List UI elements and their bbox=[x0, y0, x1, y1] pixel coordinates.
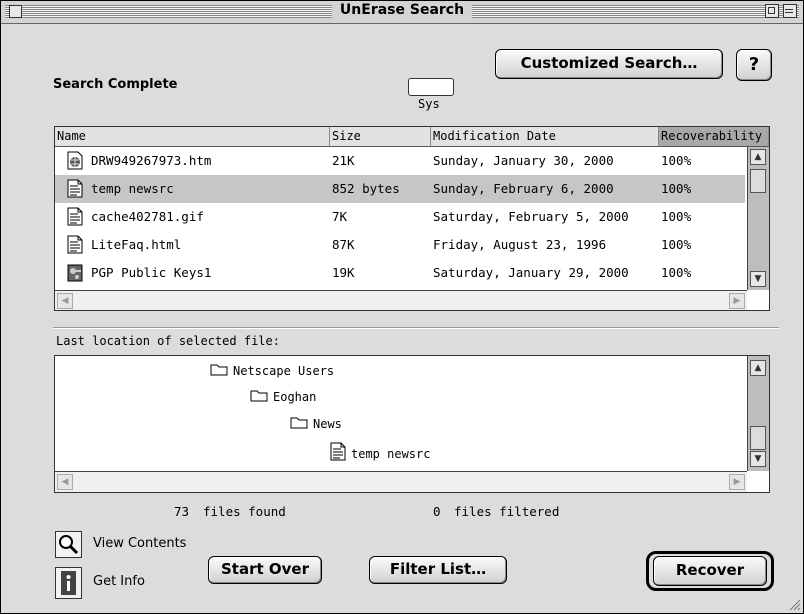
column-header-recoverability[interactable]: Recoverability bbox=[659, 127, 769, 147]
window-title: UnErase Search bbox=[1, 2, 803, 18]
path-folder: Eoghan bbox=[250, 388, 316, 406]
file-list-vertical-scrollbar[interactable]: ▲ ▼ bbox=[747, 147, 769, 290]
path-label: Netscape Users bbox=[233, 364, 335, 378]
location-path: Netscape Users Eoghan News temp newsrc bbox=[55, 356, 745, 471]
column-header-size[interactable]: Size bbox=[330, 127, 431, 147]
unerase-search-window: UnErase Search Search Complete Sys Custo… bbox=[0, 0, 804, 614]
column-header-modification-date[interactable]: Modification Date bbox=[431, 127, 659, 147]
location-horizontal-scrollbar[interactable]: ◀ ▶ bbox=[55, 471, 747, 492]
file-name: cache402781.gif bbox=[91, 209, 204, 224]
files-filtered-label: files filtered bbox=[454, 504, 560, 519]
file-date: Sunday, February 6, 2000 bbox=[433, 181, 614, 196]
file-size: 7K bbox=[332, 209, 348, 224]
file-size: 852 bytes bbox=[332, 181, 400, 196]
customized-search-button[interactable]: Customized Search… bbox=[495, 49, 723, 79]
last-location-label: Last location of selected file: bbox=[56, 334, 280, 348]
files-filtered-count: 0 bbox=[433, 504, 441, 519]
file-row[interactable]: cache402781.gif 7K Saturday, February 5, 2… bbox=[55, 203, 745, 231]
file-rows: DRW949267973.htm 21K Sunday, January 30, 2… bbox=[55, 147, 747, 289]
file-date: Saturday, February 5, 2000 bbox=[433, 209, 629, 224]
scroll-down-arrow-icon[interactable]: ▼ bbox=[750, 451, 766, 467]
scroll-thumb[interactable] bbox=[750, 169, 766, 193]
file-row[interactable]: temp newsrc 852 bytes Sunday, February 6, … bbox=[55, 175, 745, 203]
path-label: News bbox=[313, 417, 342, 431]
scroll-up-arrow-icon[interactable]: ▲ bbox=[750, 360, 766, 376]
location-vertical-scrollbar[interactable]: ▲ ▼ bbox=[747, 356, 769, 471]
volume-icon bbox=[408, 78, 454, 96]
file-name: PGP Public Keys1 bbox=[91, 265, 212, 280]
help-button[interactable]: ? bbox=[736, 49, 772, 81]
view-contents-label: View Contents bbox=[93, 536, 187, 551]
file-name: temp newsrc bbox=[91, 181, 174, 196]
file-size: 21K bbox=[332, 153, 355, 168]
get-info-label: Get Info bbox=[93, 574, 145, 589]
scroll-right-arrow-icon[interactable]: ▶ bbox=[729, 293, 745, 309]
filter-list-button[interactable]: Filter List… bbox=[369, 556, 507, 584]
file-name: DRW949267973.htm bbox=[91, 153, 212, 168]
file-name: LiteFaq.html bbox=[91, 237, 182, 252]
path-label: Eoghan bbox=[273, 390, 317, 404]
file-size: 87K bbox=[332, 237, 355, 252]
view-contents-button[interactable] bbox=[55, 531, 82, 558]
keyring-icon bbox=[67, 263, 83, 282]
recover-button[interactable]: Recover bbox=[653, 556, 767, 586]
web-document-icon bbox=[67, 151, 83, 170]
search-status: Search Complete bbox=[53, 77, 178, 92]
scroll-left-arrow-icon[interactable]: ◀ bbox=[57, 474, 73, 490]
file-date: Friday, August 23, 1996 bbox=[433, 237, 607, 252]
file-date: Saturday, January 29, 2000 bbox=[433, 265, 629, 280]
path-folder: Netscape Users bbox=[210, 362, 334, 380]
file-row[interactable]: PGP Public Keys1 19K Saturday, January 29,… bbox=[55, 259, 745, 287]
text-document-icon bbox=[67, 207, 83, 226]
path-file: temp newsrc bbox=[330, 442, 430, 465]
file-recoverability: 100% bbox=[661, 265, 692, 280]
volume-name: Sys bbox=[418, 97, 440, 111]
scroll-up-arrow-icon[interactable]: ▲ bbox=[750, 149, 766, 165]
folder-icon bbox=[290, 415, 308, 433]
scroll-left-arrow-icon[interactable]: ◀ bbox=[57, 293, 73, 309]
file-row[interactable]: LiteFaq.html 87K Friday, August 23, 1996 10… bbox=[55, 231, 745, 259]
divider bbox=[53, 327, 779, 329]
file-recoverability: 100% bbox=[661, 181, 692, 196]
resize-grip-icon[interactable] bbox=[787, 597, 801, 611]
file-recoverability: 100% bbox=[661, 209, 692, 224]
path-label: temp newsrc bbox=[351, 446, 431, 461]
title-bar[interactable]: UnErase Search bbox=[1, 1, 803, 24]
location-panel[interactable]: Netscape Users Eoghan News temp newsrc ▲ ▼ … bbox=[54, 355, 770, 493]
folder-icon bbox=[250, 388, 268, 406]
text-document-icon bbox=[67, 235, 83, 254]
collapse-box[interactable] bbox=[783, 4, 797, 18]
path-folder: News bbox=[290, 415, 342, 433]
folder-icon bbox=[210, 362, 228, 380]
start-over-button[interactable]: Start Over bbox=[208, 556, 322, 584]
files-found-label: files found bbox=[203, 504, 286, 519]
text-document-icon bbox=[330, 442, 346, 465]
file-row[interactable]: DRW949267973.htm 21K Sunday, January 30, 2… bbox=[55, 147, 745, 175]
file-list-horizontal-scrollbar[interactable]: ◀ ▶ bbox=[55, 290, 747, 310]
file-size: 19K bbox=[332, 265, 355, 280]
column-header-name[interactable]: Name bbox=[55, 127, 330, 147]
get-info-button[interactable] bbox=[55, 567, 82, 599]
info-icon bbox=[61, 571, 76, 595]
scroll-thumb[interactable] bbox=[750, 426, 766, 450]
magnifier-icon bbox=[59, 535, 79, 555]
scroll-right-arrow-icon[interactable]: ▶ bbox=[729, 474, 745, 490]
text-document-icon bbox=[67, 179, 83, 198]
zoom-box[interactable] bbox=[765, 4, 779, 18]
file-recoverability: 100% bbox=[661, 237, 692, 252]
file-recoverability: 100% bbox=[661, 153, 692, 168]
file-date: Sunday, January 30, 2000 bbox=[433, 153, 614, 168]
file-list[interactable]: Name Size Modification Date Recoverabili… bbox=[54, 126, 770, 311]
files-found-count: 73 bbox=[174, 504, 190, 519]
scroll-down-arrow-icon[interactable]: ▼ bbox=[750, 271, 766, 287]
